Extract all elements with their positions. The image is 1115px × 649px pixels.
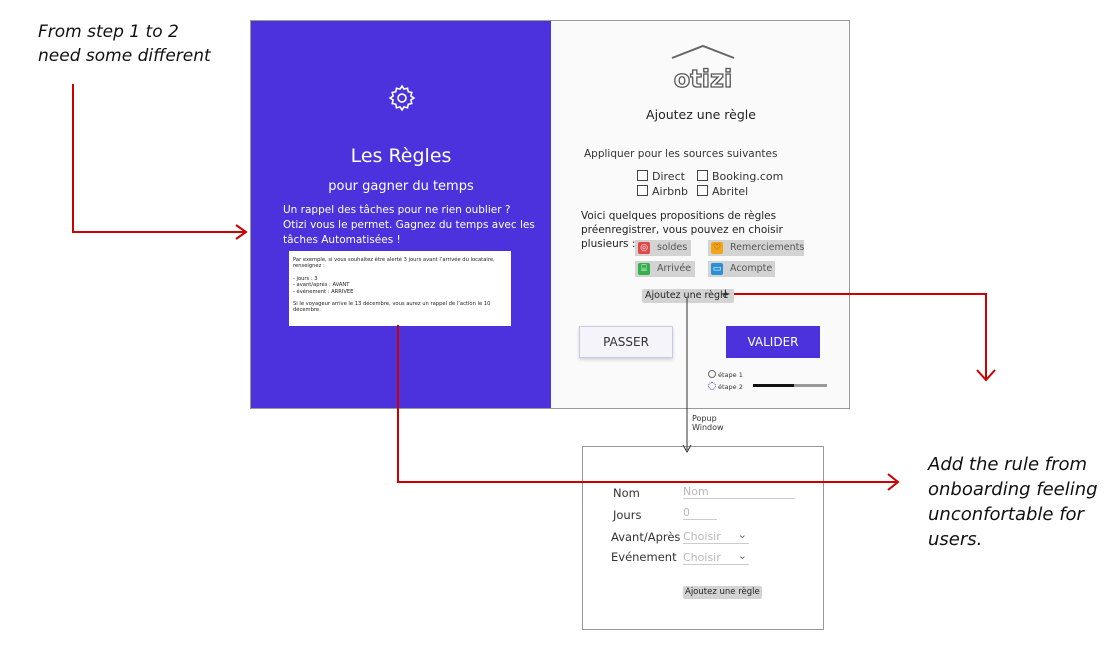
chip-soldes[interactable]: ◎ soldes [635, 240, 691, 256]
caption-line: Popup [692, 414, 717, 423]
otizi-logo: otizi [668, 43, 738, 94]
jours-label: Jours [613, 508, 642, 522]
avant-apres-select[interactable]: Choisir ⌄ [683, 528, 749, 544]
arrowhead-bottom [887, 473, 900, 491]
popup-window: Nom Nom Jours 0 Avant/Après Choisir ⌄ Ev… [582, 446, 824, 630]
rules-title: Les Règles [350, 145, 452, 167]
source-direct-checkbox[interactable]: Direct [637, 170, 685, 183]
nom-label: Nom [613, 486, 640, 500]
proposals-line: Voici quelques propositions de règles [581, 210, 777, 222]
validate-button[interactable]: VALIDER [726, 326, 820, 358]
note-line: need some different [38, 46, 211, 66]
source-label: Booking.com [712, 170, 784, 183]
chip-remerciements[interactable]: ♡ Remerciements [708, 240, 804, 256]
chip-label: Acompte [730, 263, 773, 274]
jours-input[interactable]: 0 [683, 506, 717, 520]
intro-line: tâches Automatisées ! [283, 234, 401, 246]
step-label: étape 1 [718, 371, 743, 379]
chip-arrivee[interactable]: ⌸ Arrivée [635, 261, 695, 277]
progress-fill [753, 384, 794, 387]
checkbox-box[interactable] [697, 170, 708, 181]
chip-label: soldes [657, 242, 688, 253]
avant-apres-label: Avant/Après [611, 530, 681, 544]
checkbox-box[interactable] [697, 185, 708, 196]
evenement-label: Evénement [611, 550, 677, 564]
evenement-select[interactable]: Choisir ⌄ [683, 549, 749, 565]
example-box: Par exemple, si vous souhaitez être aler… [289, 251, 511, 326]
arrow-left [72, 84, 246, 233]
select-value: Choisir [683, 551, 721, 564]
note-right: Add the rule from onboarding feeling unc… [928, 452, 1098, 552]
nom-input[interactable]: Nom [683, 485, 795, 499]
note-line: onboarding feeling [928, 479, 1098, 500]
caption-line: Window [692, 423, 724, 432]
intro-line: Un rappel des tâches pour ne rien oublie… [283, 204, 511, 216]
source-airbnb-checkbox[interactable]: Airbnb [637, 185, 688, 198]
progress-bar [753, 384, 827, 387]
right-panel: otizi Ajoutez une règle Appliquer pour l… [551, 21, 849, 408]
heart-icon: ♡ [711, 242, 723, 254]
chip-label: Remerciements [730, 242, 805, 253]
intro-line: Otizi vous le permet. Gagnez du temps av… [283, 219, 535, 231]
plus-icon[interactable]: + [720, 287, 731, 302]
skip-label: PASSER [603, 335, 649, 349]
source-booking-checkbox[interactable]: Booking.com [697, 170, 783, 183]
left-panel: Les Règles pour gagner du temps Un rappe… [251, 21, 551, 408]
skip-button[interactable]: PASSER [579, 326, 673, 358]
chip-acompte[interactable]: ▭ Acompte [708, 261, 775, 277]
note-line: Add the rule from [928, 454, 1088, 475]
popup-caption: Popup Window [692, 414, 724, 432]
example-text: Si le voyageur arrive le 13 décembre, vo… [293, 301, 491, 314]
proposals-line: préenregistrer, vous pouvez en choisir [581, 224, 783, 236]
popup-submit-label: Ajoutez une règle [685, 587, 760, 597]
note-line: From step 1 to 2 [38, 22, 179, 42]
add-rule-label: Ajoutez une règle [645, 290, 729, 301]
step-1: étape 1 [708, 370, 743, 379]
chevron-down-icon: ⌄ [737, 528, 747, 541]
loading-circle-icon [708, 382, 716, 390]
card-icon: ▭ [711, 263, 723, 275]
rules-subtitle: pour gagner du temps [328, 179, 474, 194]
door-icon: ⌸ [638, 263, 650, 275]
checkbox-box[interactable] [637, 185, 648, 196]
popup-submit-button[interactable]: Ajoutez une règle [683, 586, 762, 599]
chip-label: Arrivée [657, 263, 692, 274]
arrowhead-left [235, 224, 248, 240]
onboarding-frame: Les Règles pour gagner du temps Un rappe… [250, 20, 850, 409]
note-top-left: From step 1 to 2 need some different [38, 20, 211, 68]
select-value: Choisir [683, 530, 721, 543]
note-line: unconfortable for [928, 504, 1084, 525]
note-line: users. [928, 529, 983, 550]
gear-icon [387, 83, 417, 113]
source-label: Abritel [712, 185, 749, 198]
svg-text:otizi: otizi [674, 65, 732, 91]
step-label: étape 2 [718, 383, 743, 391]
source-label: Direct [652, 170, 685, 183]
tag-icon: ◎ [638, 242, 650, 254]
step-2: étape 2 [708, 382, 743, 391]
checkbox-box[interactable] [637, 170, 648, 181]
arrowhead-right [976, 369, 996, 382]
check-circle-icon [708, 370, 716, 378]
source-label: Airbnb [652, 185, 689, 198]
sources-heading: Appliquer pour les sources suivantes [584, 148, 778, 160]
source-abritel-checkbox[interactable]: Abritel [697, 185, 748, 198]
example-text: Par exemple, si vous souhaitez être aler… [293, 257, 495, 270]
chevron-down-icon: ⌄ [737, 549, 747, 562]
rules-intro: Un rappel des tâches pour ne rien oublie… [283, 203, 535, 248]
validate-label: VALIDER [747, 335, 799, 349]
add-rule-title: Ajoutez une règle [646, 107, 756, 122]
